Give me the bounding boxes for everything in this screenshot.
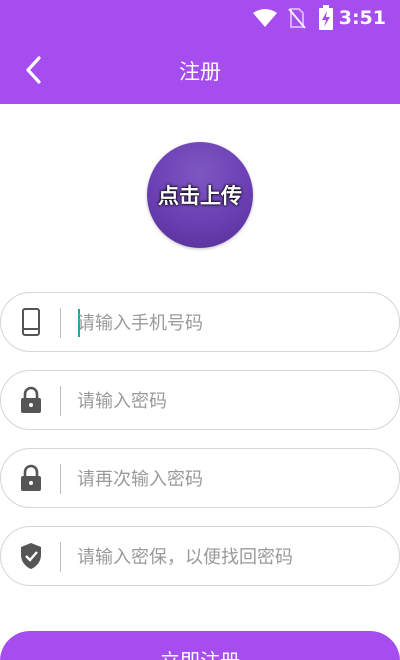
field-divider [60, 308, 61, 338]
password-field [0, 370, 400, 430]
avatar-upload-label: 点击上传 [158, 184, 242, 208]
phone-input[interactable] [77, 307, 377, 339]
password-input[interactable] [77, 385, 377, 417]
confirm-password-field [0, 448, 400, 508]
shield-check-icon [17, 542, 45, 570]
security-answer-input[interactable] [77, 541, 377, 573]
phone-field [0, 292, 400, 352]
lock-icon [17, 464, 45, 492]
field-divider [60, 542, 61, 572]
security-answer-field [0, 526, 400, 586]
no-sim-icon [288, 8, 306, 29]
status-time: 3:51 [338, 7, 386, 29]
battery-charging-icon [319, 5, 333, 30]
status-bar: 3:51 [0, 0, 400, 36]
nav-header: 注册 [0, 36, 400, 104]
app-header-background: 3:51 注册 [0, 0, 400, 104]
phone-icon [17, 308, 45, 336]
avatar-upload-button[interactable]: 点击上传 [147, 142, 253, 248]
confirm-password-input[interactable] [77, 463, 377, 495]
page-title: 注册 [179, 60, 221, 84]
register-button[interactable]: 立即注册 [0, 631, 400, 660]
lock-icon [17, 386, 45, 414]
wifi-icon [253, 9, 277, 27]
field-divider [60, 386, 61, 416]
field-divider [60, 464, 61, 494]
